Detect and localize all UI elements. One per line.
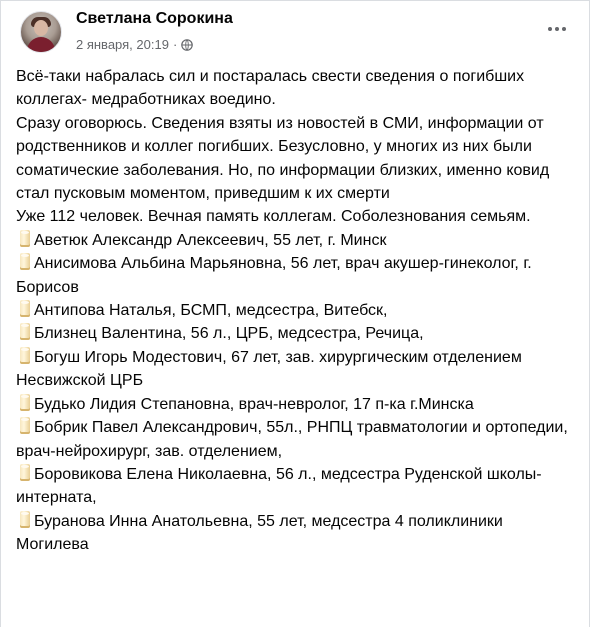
person-text: Антипова Наталья, БСМП, медсестра, Витеб… bbox=[34, 302, 388, 320]
post-count-text: Уже 112 человек. Вечная память коллегам.… bbox=[16, 208, 531, 226]
candle-icon bbox=[20, 417, 30, 435]
avatar-body bbox=[27, 37, 55, 52]
post-date[interactable]: 2 января, 20:19 bbox=[76, 37, 169, 52]
post-header: Светлана Сорокина 2 января, 20:19 · bbox=[15, 9, 575, 59]
globe-icon[interactable] bbox=[181, 38, 194, 51]
candle-icon bbox=[20, 323, 30, 341]
person-list-item: Антипова Наталья, БСМП, медсестра, Витеб… bbox=[16, 299, 569, 322]
person-list-item: Боровикова Елена Николаевна, 56 л., медс… bbox=[16, 463, 569, 510]
meta-separator: · bbox=[172, 37, 178, 52]
facebook-post: Светлана Сорокина 2 января, 20:19 · Всё-… bbox=[0, 0, 590, 627]
candle-icon bbox=[20, 253, 30, 271]
person-text: Аветюк Александр Алексеевич, 55 лет, г. … bbox=[34, 231, 387, 249]
more-dot bbox=[555, 27, 559, 31]
more-options-icon[interactable] bbox=[541, 15, 573, 43]
more-dot bbox=[548, 27, 552, 31]
person-list-item: Анисимова Альбина Марьяновна, 56 лет, вр… bbox=[16, 252, 569, 299]
candle-icon bbox=[20, 393, 30, 411]
person-list-item: Близнец Валентина, 56 л., ЦРБ, медсестра… bbox=[16, 322, 569, 345]
post-content: Всё-таки набралась сил и постаралась све… bbox=[16, 65, 569, 557]
avatar-face bbox=[34, 20, 48, 36]
person-list-item: Богуш Игорь Модестович, 67 лет, зав. хир… bbox=[16, 346, 569, 393]
person-text: Буранова Инна Анатольевна, 55 лет, медсе… bbox=[16, 512, 503, 554]
person-list-item: Будько Лидия Степановна, врач-невролог, … bbox=[16, 393, 569, 416]
person-text: Боровикова Елена Николаевна, 56 л., медс… bbox=[16, 465, 542, 507]
candle-icon bbox=[20, 463, 30, 481]
person-text: Бобрик Павел Александрович, 55л., РНПЦ т… bbox=[16, 419, 568, 460]
person-list-item: Бобрик Павел Александрович, 55л., РНПЦ т… bbox=[16, 416, 569, 463]
post-intro-line: Сразу оговорюсь. Сведения взяты из новос… bbox=[16, 114, 550, 203]
candle-icon bbox=[20, 346, 30, 364]
candle-icon bbox=[20, 510, 30, 528]
person-text: Анисимова Альбина Марьяновна, 56 лет, вр… bbox=[16, 255, 532, 296]
person-text: Будько Лидия Степановна, врач-невролог, … bbox=[34, 395, 474, 413]
candle-icon bbox=[20, 300, 30, 318]
more-dot bbox=[562, 27, 566, 31]
person-text: Близнец Валентина, 56 л., ЦРБ, медсестра… bbox=[34, 325, 424, 343]
post-intro-line: Всё-таки набралась сил и постаралась све… bbox=[16, 68, 525, 109]
candle-icon bbox=[20, 229, 30, 247]
person-list-item: Буранова Инна Анатольевна, 55 лет, медсе… bbox=[16, 510, 569, 557]
author-name[interactable]: Светлана Сорокина bbox=[76, 10, 233, 28]
author-avatar[interactable] bbox=[20, 11, 62, 53]
person-list-item: Аветюк Александр Алексеевич, 55 лет, г. … bbox=[16, 229, 569, 252]
person-text: Богуш Игорь Модестович, 67 лет, зав. хир… bbox=[16, 348, 522, 390]
post-meta: 2 января, 20:19 · bbox=[76, 37, 194, 52]
